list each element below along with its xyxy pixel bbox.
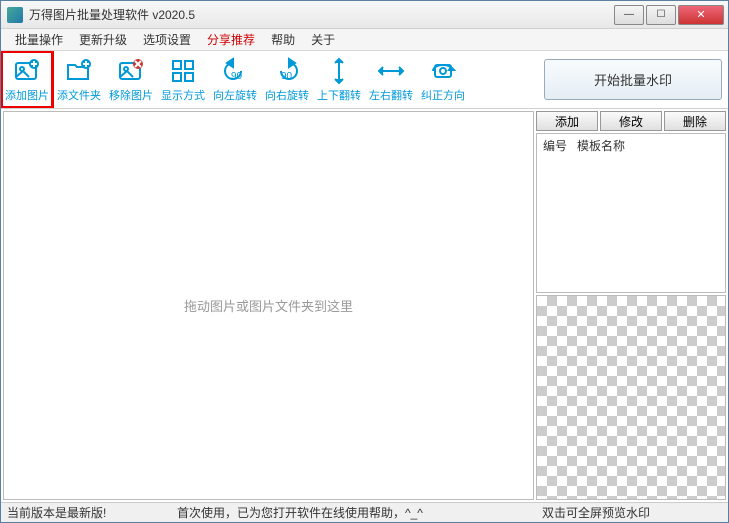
tool-add-image[interactable]: 添加图片 — [1, 51, 53, 108]
watermark-preview[interactable] — [536, 295, 726, 500]
start-batch-button[interactable]: 开始批量水印 — [544, 59, 722, 100]
tool-label: 添加图片 — [5, 87, 49, 103]
rotate-left-icon: 90 — [221, 57, 249, 85]
view-mode-icon — [169, 57, 197, 85]
menu-4[interactable]: 帮助 — [263, 29, 303, 50]
tool-rotate-right[interactable]: 90 向右旋转 — [261, 51, 313, 108]
tool-label: 向左旋转 — [213, 87, 257, 103]
minimize-button[interactable] — [614, 5, 644, 25]
menu-2[interactable]: 选项设置 — [135, 29, 199, 50]
tool-remove-image[interactable]: 移除图片 — [105, 51, 157, 108]
add-image-icon — [13, 57, 41, 85]
tool-label: 上下翻转 — [317, 87, 361, 103]
auto-orient-icon — [429, 57, 457, 85]
menu-5[interactable]: 关于 — [303, 29, 343, 50]
remove-image-icon — [117, 57, 145, 85]
tool-label: 添文件夹 — [57, 87, 101, 103]
tool-flip-h[interactable]: 左右翻转 — [365, 51, 417, 108]
tool-view-mode[interactable]: 显示方式 — [157, 51, 209, 108]
col-id: 编号 — [543, 137, 567, 154]
tool-add-folder[interactable]: 添文件夹 — [53, 51, 105, 108]
flip-h-icon — [377, 57, 405, 85]
template-list[interactable]: 编号 模板名称 — [536, 133, 726, 293]
app-window: 万得图片批量处理软件 v2020.5 批量操作更新升级选项设置分享推荐帮助关于 … — [0, 0, 729, 523]
status-help: 首次使用，已为您打开软件在线使用帮助，^_^ — [177, 504, 542, 521]
window-title: 万得图片批量处理软件 v2020.5 — [29, 6, 612, 23]
menu-0[interactable]: 批量操作 — [7, 29, 71, 50]
window-controls — [612, 5, 724, 25]
titlebar: 万得图片批量处理软件 v2020.5 — [1, 1, 728, 29]
template-buttons: 添加 修改 删除 — [536, 111, 726, 131]
tool-label: 纠正方向 — [421, 87, 465, 103]
drop-area[interactable]: 拖动图片或图片文件夹到这里 — [3, 111, 534, 500]
menubar: 批量操作更新升级选项设置分享推荐帮助关于 — [1, 29, 728, 51]
maximize-button[interactable] — [646, 5, 676, 25]
template-header: 编号 模板名称 — [537, 134, 725, 157]
tool-label: 显示方式 — [161, 87, 205, 103]
close-button[interactable] — [678, 5, 724, 25]
tool-flip-v[interactable]: 上下翻转 — [313, 51, 365, 108]
col-name: 模板名称 — [577, 137, 625, 154]
menu-3[interactable]: 分享推荐 — [199, 29, 263, 50]
side-panel: 添加 修改 删除 编号 模板名称 — [536, 111, 726, 500]
status-preview-hint: 双击可全屏预览水印 — [542, 504, 722, 521]
tool-label: 左右翻转 — [369, 87, 413, 103]
add-folder-icon — [65, 57, 93, 85]
main-area: 拖动图片或图片文件夹到这里 添加 修改 删除 编号 模板名称 — [1, 109, 728, 502]
svg-text:90: 90 — [231, 71, 243, 82]
statusbar: 当前版本是最新版! 首次使用，已为您打开软件在线使用帮助，^_^ 双击可全屏预览… — [1, 502, 728, 522]
modify-template-button[interactable]: 修改 — [600, 111, 662, 131]
delete-template-button[interactable]: 删除 — [664, 111, 726, 131]
add-template-button[interactable]: 添加 — [536, 111, 598, 131]
rotate-right-icon: 90 — [273, 57, 301, 85]
app-icon — [7, 7, 23, 23]
tool-label: 移除图片 — [109, 87, 153, 103]
flip-v-icon — [325, 57, 353, 85]
menu-1[interactable]: 更新升级 — [71, 29, 135, 50]
tool-auto-orient[interactable]: 纠正方向 — [417, 51, 469, 108]
svg-text:90: 90 — [281, 71, 293, 82]
toolbar: 添加图片添文件夹移除图片显示方式 90 向左旋转 90 向右旋转上下翻转左右翻转纠正方向… — [1, 51, 728, 109]
status-version: 当前版本是最新版! — [7, 504, 177, 521]
tool-rotate-left[interactable]: 90 向左旋转 — [209, 51, 261, 108]
tool-label: 向右旋转 — [265, 87, 309, 103]
